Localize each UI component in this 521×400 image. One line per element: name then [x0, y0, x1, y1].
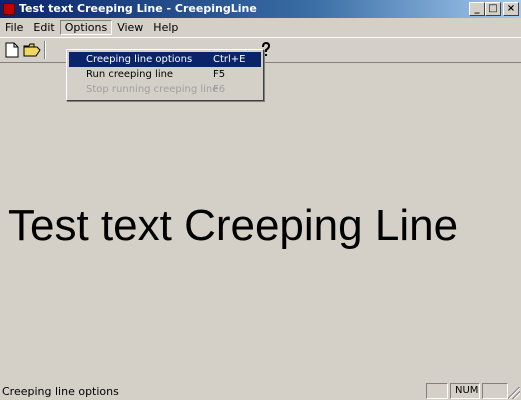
client-area[interactable]: Test text Creeping Line	[0, 63, 521, 381]
menu-help[interactable]: Help	[148, 20, 183, 35]
menu-item-creeping-line-options[interactable]: Creeping line options Ctrl+E	[69, 52, 261, 67]
num-lock-indicator: NUM	[450, 383, 480, 399]
menu-edit[interactable]: Edit	[28, 20, 59, 35]
resize-grip[interactable]	[508, 387, 520, 399]
open-file-button[interactable]	[22, 41, 42, 59]
menu-file[interactable]: File	[0, 20, 28, 35]
status-bar: Creeping line options NUM	[0, 382, 521, 400]
status-pane-empty	[426, 383, 448, 399]
options-dropdown-menu: Creeping line options Ctrl+E Run creepin…	[66, 49, 264, 101]
menu-item-label: Stop running creeping line	[86, 84, 219, 95]
status-pane-scroll	[482, 383, 508, 399]
toolbar-separator	[44, 41, 46, 59]
menu-options[interactable]: Options	[59, 19, 113, 35]
title-bar[interactable]: Test text Creeping Line - CreepingLine _…	[0, 0, 521, 18]
new-document-icon	[5, 42, 19, 58]
menu-item-label: Creeping line options	[86, 54, 193, 65]
menu-item-shortcut: F5	[213, 69, 226, 80]
menu-item-stop-creeping-line: Stop running creeping line F6	[69, 82, 261, 97]
status-message: Creeping line options	[2, 385, 119, 398]
menu-item-label: Run creeping line	[86, 69, 174, 80]
menu-bar: File Edit Options View Help	[0, 18, 521, 36]
menu-item-shortcut: F6	[213, 84, 226, 95]
menu-view[interactable]: View	[112, 20, 148, 35]
window-controls: _ □ ×	[469, 2, 519, 16]
app-icon[interactable]	[3, 3, 15, 15]
close-button[interactable]: ×	[503, 2, 519, 16]
menu-item-shortcut: Ctrl+E	[213, 54, 246, 65]
creeping-line-text: Test text Creeping Line	[8, 201, 459, 250]
open-folder-icon	[23, 43, 41, 57]
menu-item-run-creeping-line[interactable]: Run creeping line F5	[69, 67, 261, 82]
window-title: Test text Creeping Line - CreepingLine	[19, 2, 257, 15]
new-document-button[interactable]	[2, 41, 22, 59]
maximize-button[interactable]: □	[485, 2, 501, 16]
app-window: Test text Creeping Line - CreepingLine _…	[0, 0, 521, 400]
minimize-button[interactable]: _	[469, 2, 485, 16]
